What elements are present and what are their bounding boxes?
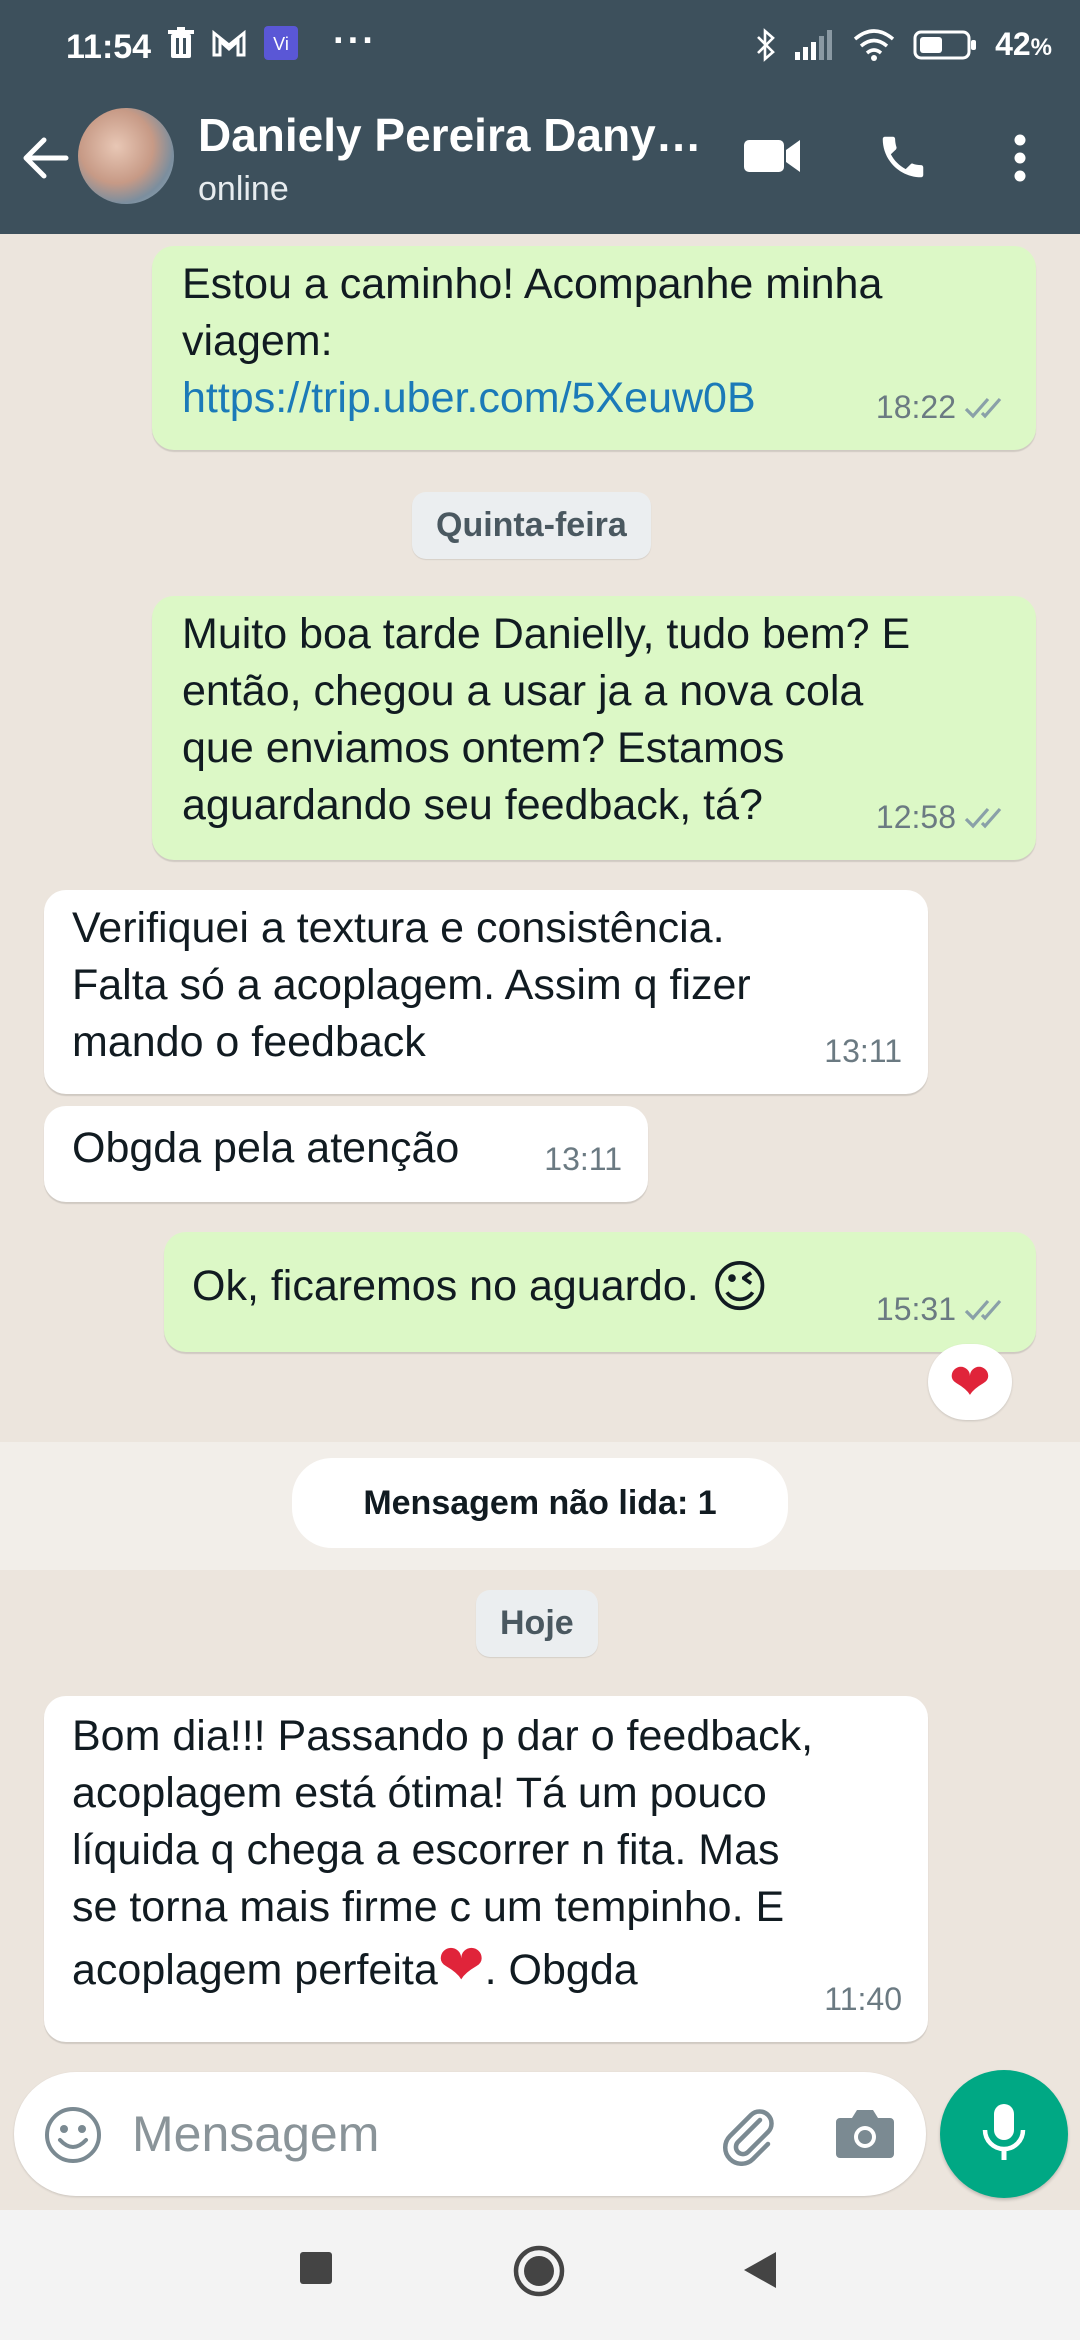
message-input[interactable] [132, 2100, 692, 2168]
mic-button[interactable] [940, 2070, 1068, 2198]
message-reaction[interactable]: ❤ [928, 1344, 1012, 1420]
read-ticks-icon [964, 1299, 1002, 1320]
message-meta: 15:31 [876, 1281, 1010, 1338]
signal-icon [795, 29, 833, 60]
voice-call-icon[interactable] [876, 130, 930, 184]
message-time: 13:11 [824, 1033, 902, 1069]
message-meta: 12:58 [876, 789, 1010, 846]
gmail-icon [212, 29, 246, 57]
date-separator: Quinta-feira [412, 492, 651, 559]
system-navigation-bar [0, 2210, 1080, 2340]
message-time: 18:22 [875, 389, 956, 425]
microphone-icon [982, 2104, 1026, 2160]
trash-icon [168, 27, 194, 58]
contact-name[interactable]: Daniely Pereira Dany… [198, 108, 702, 162]
status-bar: 11:54 Vi ··· 42% [0, 0, 1080, 98]
heart-reaction-icon: ❤ [949, 1354, 991, 1410]
message-time: 11:40 [824, 1981, 902, 2017]
message-composer [14, 2072, 926, 2196]
bluetooth-icon [757, 27, 775, 62]
status-time: 11:54 [66, 28, 152, 66]
message-meta: 11:40 [824, 1971, 902, 2028]
read-ticks-icon [964, 397, 1002, 418]
message-meta: 13:11 [824, 1023, 902, 1080]
message-text: Bom dia!!! Passando p dar o feedback, ac… [72, 1712, 814, 1996]
message-incoming[interactable]: Bom dia!!! Passando p dar o feedback, ac… [44, 1696, 928, 2042]
read-ticks-icon [964, 807, 1002, 828]
message-text: Estou a caminho! Acompanhe minha viagem: [182, 260, 883, 365]
video-call-icon[interactable] [742, 134, 802, 178]
battery-percentage: 42% [995, 26, 1052, 62]
svg-text:Vi: Vi [273, 34, 289, 54]
message-text: Obgda pela atenção [72, 1124, 460, 1172]
unread-messages-label: Mensagem não lida: 1 [292, 1458, 788, 1548]
message-incoming[interactable]: Verifiquei a textura e consistência. Fal… [44, 890, 928, 1094]
app-icon: Vi [264, 26, 298, 60]
message-list[interactable]: Estou a caminho! Acompanhe minha viagem:… [0, 234, 1080, 2072]
home-icon[interactable] [512, 2244, 566, 2298]
back-arrow-icon[interactable] [18, 130, 74, 186]
message-text: Verifiquei a textura e consistência. Fal… [72, 904, 751, 1066]
message-time: 12:58 [875, 799, 956, 835]
contact-status: online [198, 170, 289, 208]
message-time: 13:11 [544, 1141, 622, 1177]
chat-header: Daniely Pereira Dany… online [0, 98, 1080, 234]
more-notifications-icon: ··· [333, 20, 377, 62]
emoji-icon[interactable] [42, 2104, 104, 2166]
message-meta: 13:11 [544, 1131, 622, 1188]
message-incoming[interactable]: Obgda pela atenção 13:11 [44, 1106, 648, 1202]
wifi-icon [853, 28, 895, 61]
message-meta: 18:22 [876, 379, 1010, 436]
system-icons: 42% [755, 26, 1052, 63]
heart-emoji-icon: ❤ [437, 1933, 485, 1996]
notification-icons: Vi [168, 26, 298, 60]
message-time: 15:31 [875, 1291, 956, 1327]
message-outgoing[interactable]: Estou a caminho! Acompanhe minha viagem:… [152, 246, 1036, 450]
message-outgoing[interactable]: Muito boa tarde Danielly, tudo bem? E en… [152, 596, 1036, 860]
contact-avatar[interactable] [78, 108, 174, 204]
overflow-menu-icon[interactable] [1000, 130, 1040, 186]
message-outgoing[interactable]: Ok, ficaremos no aguardo. 😉 15:31 [164, 1232, 1036, 1352]
date-separator: Hoje [476, 1590, 598, 1657]
battery-icon [913, 30, 977, 59]
recents-icon[interactable] [298, 2250, 334, 2286]
wink-emoji-icon: 😉 [710, 1255, 770, 1318]
back-nav-icon[interactable] [742, 2250, 778, 2290]
attachment-icon[interactable] [716, 2102, 780, 2166]
camera-icon[interactable] [834, 2106, 896, 2160]
